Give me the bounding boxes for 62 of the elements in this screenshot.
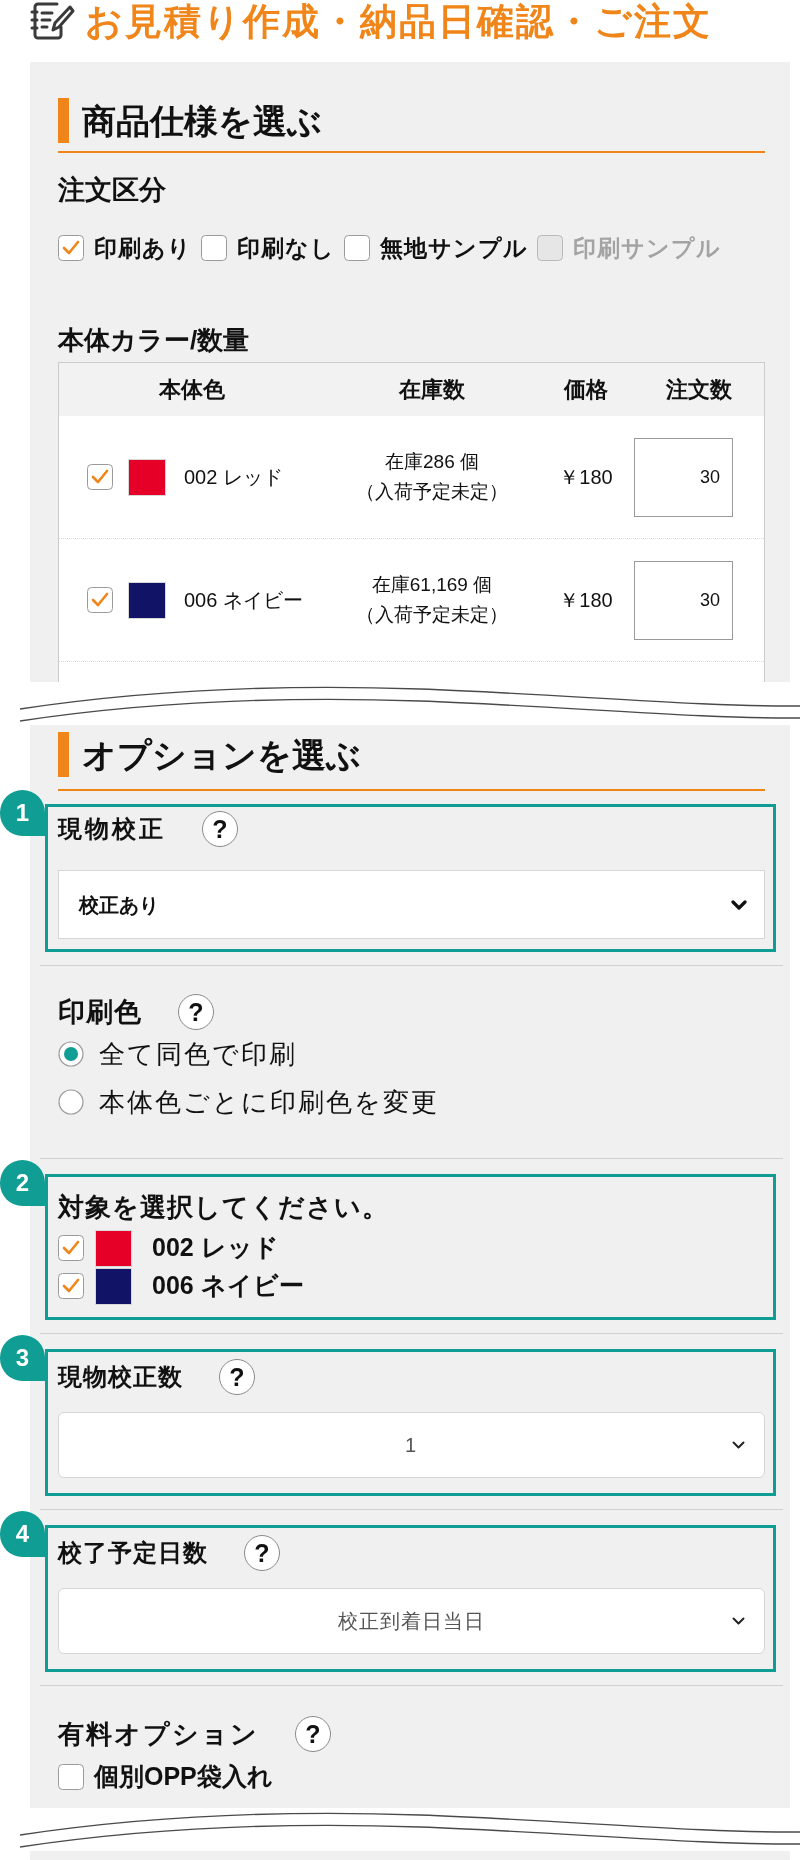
stock-count: 在庫286 個	[385, 450, 479, 474]
help-button[interactable]: ?	[178, 994, 214, 1030]
radio-label: 全て同色で印刷	[99, 1037, 297, 1071]
checkbox-label: 印刷なし	[237, 233, 335, 263]
section-heading: 商品仕様を選ぶ	[82, 103, 322, 138]
step-badge: 3	[0, 1335, 45, 1381]
color-name: 002 レッド	[152, 1232, 279, 1264]
checkbox[interactable]	[58, 1235, 84, 1261]
help-button[interactable]: ?	[244, 1535, 280, 1571]
section-heading: オプションを選ぶ	[82, 737, 361, 772]
checkbox[interactable]	[58, 1273, 84, 1299]
help-button[interactable]: ?	[219, 1359, 255, 1395]
quantity-input[interactable]: 30	[634, 560, 733, 640]
color-name: 002 レッド	[184, 465, 283, 490]
quantity-input[interactable]: 30	[634, 437, 733, 517]
help-button[interactable]: ?	[295, 1716, 331, 1752]
field-label: 注文区分	[58, 174, 167, 206]
chevron-down-icon	[732, 1441, 745, 1449]
column-header: 本体色	[158, 376, 226, 404]
field-label: 現物校正	[58, 814, 166, 844]
step-badge: 2	[0, 1160, 45, 1206]
dropdown[interactable]: 校正到着日当日	[58, 1588, 765, 1654]
page-title: お見積り作成・納品日確認・ご注文	[85, 2, 712, 40]
radio-label: 本体色ごとに印刷色を変更	[99, 1085, 439, 1119]
column-header: 注文数	[664, 376, 733, 404]
dropdown[interactable]: 校正あり	[58, 870, 765, 939]
radio-button[interactable]	[58, 1089, 84, 1115]
checkbox[interactable]	[58, 1764, 84, 1790]
checkbox-label: 印刷あり	[94, 233, 192, 263]
arrival-note: （入荷予定未定）	[356, 603, 508, 627]
checkbox[interactable]	[344, 235, 370, 261]
field-label: 有料オプション	[58, 1717, 259, 1751]
arrival-note: （入荷予定未定）	[356, 480, 508, 504]
column-header: 価格	[562, 376, 609, 404]
column-header: 在庫数	[398, 376, 466, 404]
checkbox-label: 個別OPP袋入れ	[94, 1761, 273, 1793]
checkbox[interactable]	[58, 235, 84, 261]
checkbox[interactable]	[201, 235, 227, 261]
field-label: 本体カラー/数量	[58, 324, 251, 356]
checkbox[interactable]	[87, 587, 113, 613]
heading-accent-bar	[58, 98, 69, 143]
chevron-down-icon	[732, 1617, 745, 1625]
document-edit-icon	[30, 0, 75, 42]
help-button[interactable]: ?	[202, 811, 238, 847]
step-badge: 1	[0, 790, 45, 836]
field-label: 現物校正数	[58, 1362, 183, 1392]
price: ￥180	[559, 465, 613, 490]
color-name: 006 ネイビー	[184, 588, 303, 613]
field-label: 印刷色	[58, 995, 142, 1029]
step-badge: 4	[0, 1511, 45, 1557]
radio-button[interactable]	[58, 1041, 84, 1067]
instruction-text: 対象を選択してください。	[58, 1190, 390, 1224]
price: ￥180	[559, 588, 613, 613]
checkbox-label: 印刷サンプル	[573, 233, 721, 263]
field-label: 校了予定日数	[58, 1538, 208, 1568]
stock-count: 在庫61,169 個	[371, 573, 493, 597]
chevron-down-icon	[731, 899, 747, 910]
heading-accent-bar	[58, 732, 69, 777]
checkbox[interactable]	[87, 464, 113, 490]
dropdown[interactable]: 1	[58, 1412, 765, 1478]
color-name: 006 ネイビー	[152, 1270, 304, 1302]
checkbox-label: 無地サンプル	[380, 233, 528, 263]
